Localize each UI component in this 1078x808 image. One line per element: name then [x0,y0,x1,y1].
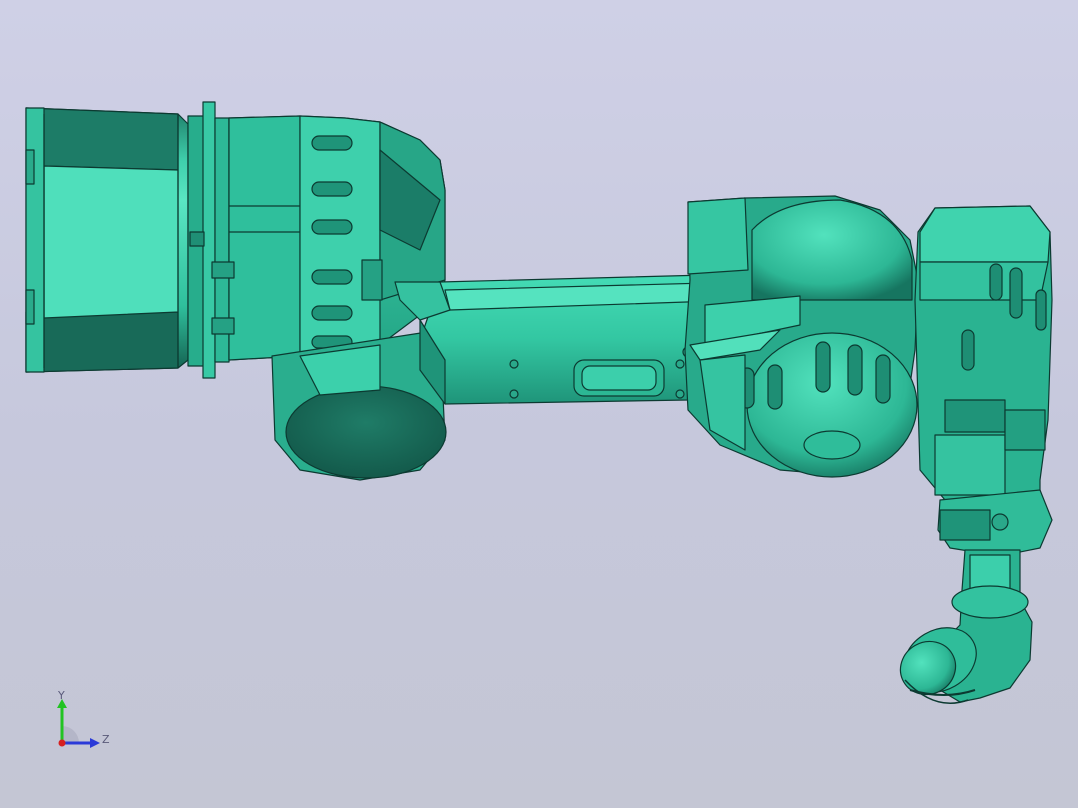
3d-viewport[interactable]: Y Z [0,0,1078,808]
z-axis-label: Z [102,733,110,746]
base-flange[interactable] [187,101,230,379]
wrist-motor[interactable] [914,205,1053,501]
elbow-joint[interactable] [684,195,919,478]
base-motor[interactable] [25,107,189,373]
end-effector-elbow[interactable] [891,549,1033,705]
shoulder-housing[interactable] [211,115,446,361]
y-axis-label: Y [58,689,65,702]
robot-arm-model[interactable] [0,0,1078,808]
wrist-flange[interactable] [937,489,1053,557]
